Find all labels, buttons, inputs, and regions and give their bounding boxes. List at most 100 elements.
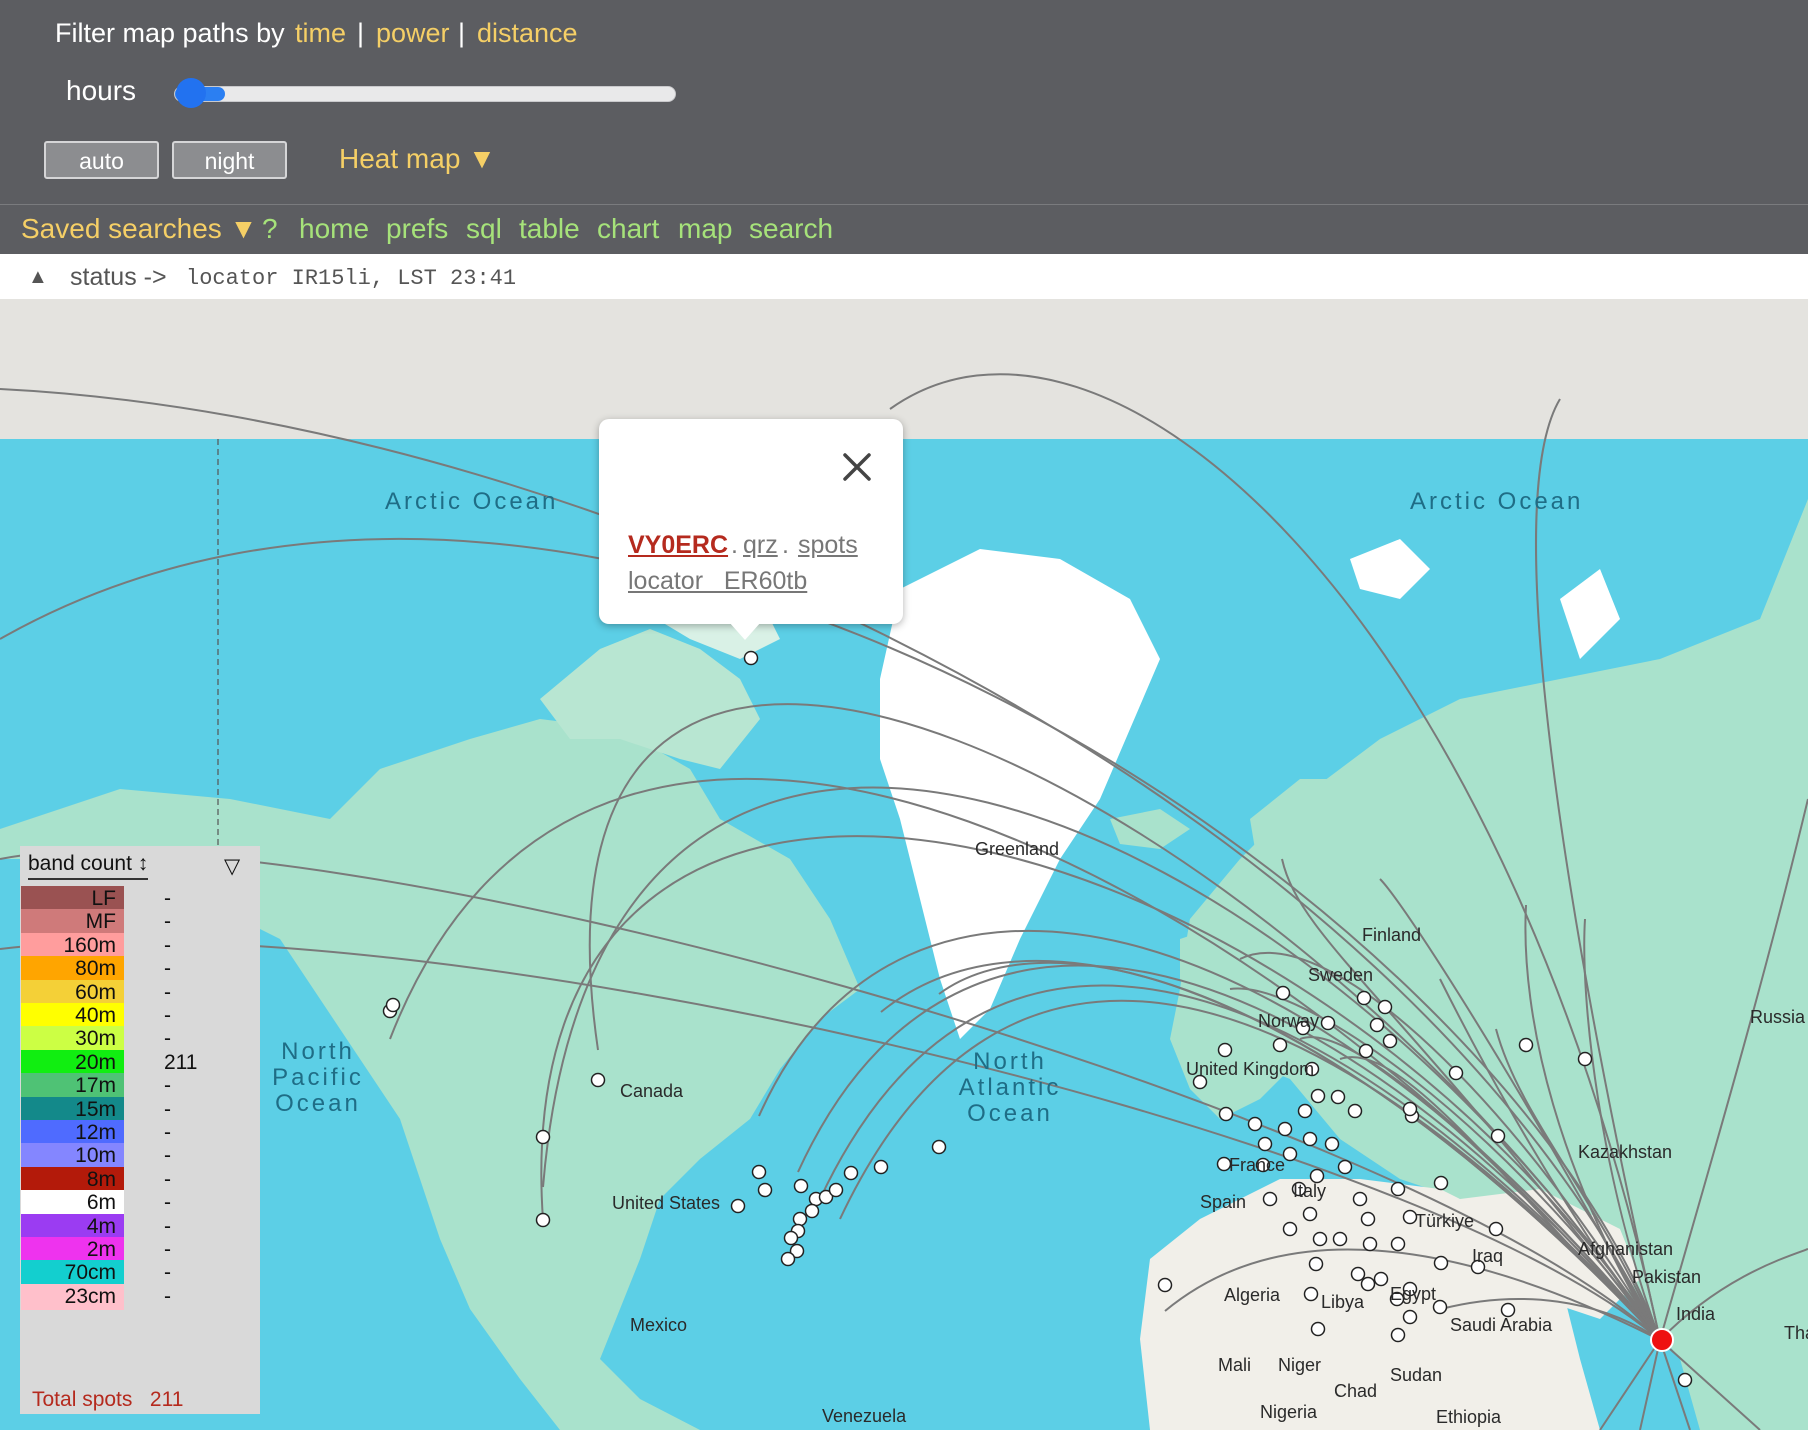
spot-marker[interactable] [1332,1231,1348,1247]
nav-chart-link[interactable]: chart [597,213,659,245]
spot-marker[interactable] [1277,1121,1293,1137]
band-count: - [164,1027,171,1051]
spot-marker[interactable] [1218,1106,1234,1122]
spot-marker[interactable] [1320,1015,1336,1031]
spot-marker[interactable] [1577,1051,1593,1067]
band-count: 211 [164,1050,198,1074]
filter-time-link[interactable]: time [295,18,346,49]
spot-marker[interactable] [793,1178,809,1194]
spot-marker[interactable] [751,1164,767,1180]
filter-power-link[interactable]: power [376,18,450,49]
band-row-23cm[interactable]: 23cm - [20,1283,260,1311]
spot-marker[interactable] [1373,1271,1389,1287]
spot-marker[interactable] [1262,1191,1278,1207]
spot-marker[interactable] [1282,1221,1298,1237]
spot-marker[interactable] [1337,1159,1353,1175]
filter-distance-link[interactable]: distance [477,18,578,49]
spot-marker[interactable] [1297,1103,1313,1119]
spot-marker[interactable] [535,1129,551,1145]
spot-marker[interactable] [1282,1146,1298,1162]
spot-marker[interactable] [1402,1101,1418,1117]
saved-searches-dropdown[interactable]: Saved searches ▼ [21,213,257,245]
spot-marker[interactable] [1390,1236,1406,1252]
spot-marker[interactable] [1360,1211,1376,1227]
collapse-arrow-icon[interactable]: ▲ [28,266,48,289]
spot-marker[interactable] [730,1198,746,1214]
spot-marker[interactable] [1308,1256,1324,1272]
spot-marker[interactable] [1358,1043,1374,1059]
spot-marker[interactable] [1247,1116,1263,1132]
spot-marker[interactable] [1490,1128,1506,1144]
spot-marker[interactable] [828,1182,844,1198]
spot-marker[interactable] [1433,1175,1449,1191]
spot-marker[interactable] [1302,1131,1318,1147]
spot-marker[interactable] [1330,1089,1346,1105]
spot-marker[interactable] [590,1072,606,1088]
spot-marker[interactable] [804,1203,820,1219]
auto-button[interactable]: auto [44,141,159,179]
spot-marker[interactable] [931,1139,947,1155]
spot-marker[interactable] [1369,1017,1385,1033]
band-count-sort-header[interactable]: band count ↕ [28,852,149,880]
nav-map-link[interactable]: map [678,213,732,245]
hours-slider-thumb[interactable] [176,78,206,108]
spot-marker[interactable] [1390,1327,1406,1343]
spot-marker[interactable] [1324,1136,1340,1152]
spot-marker[interactable] [1448,1065,1464,1081]
close-icon[interactable] [837,447,877,487]
spot-marker[interactable] [1382,1033,1398,1049]
status-text: locator IR15li, LST 23:41 [186,266,517,291]
spot-marker[interactable] [780,1251,796,1267]
spot-marker[interactable] [873,1159,889,1175]
spot-marker[interactable] [743,650,759,666]
spot-marker[interactable] [1677,1372,1693,1388]
callsign-link[interactable]: VY0ERC [628,531,728,560]
nav-search-link[interactable]: search [749,213,833,245]
spot-marker[interactable] [1312,1231,1328,1247]
spot-marker[interactable] [1302,1206,1318,1222]
spot-marker[interactable] [1433,1255,1449,1271]
spot-marker[interactable] [843,1165,859,1181]
spot-marker[interactable] [757,1182,773,1198]
night-button[interactable]: night [172,141,287,179]
spot-marker[interactable] [1310,1088,1326,1104]
spot-marker[interactable] [1257,1136,1273,1152]
spot-marker[interactable] [1347,1103,1363,1119]
map-canvas[interactable] [0,299,1808,1430]
nav-prefs-link[interactable]: prefs [386,213,448,245]
filter-triangle-icon[interactable]: ▽ [224,854,240,879]
nav-table-link[interactable]: table [519,213,580,245]
qrz-link[interactable]: qrz [743,531,778,560]
hours-slider-track[interactable] [174,86,676,102]
nav-sql-link[interactable]: sql [466,213,502,245]
band-count: - [164,1191,171,1215]
spot-marker[interactable] [1377,999,1393,1015]
spot-marker[interactable] [385,997,401,1013]
spot-marker[interactable] [1272,1037,1288,1053]
spot-marker[interactable] [535,1212,551,1228]
spot-marker[interactable] [1217,1042,1233,1058]
spot-marker[interactable] [1303,1286,1319,1302]
spot-marker[interactable] [1356,990,1372,1006]
spot-marker[interactable] [1362,1236,1378,1252]
nav-help-link[interactable]: ? [262,213,278,245]
world-map[interactable]: Greenland Canada United States Mexico Ve… [0,299,1808,1430]
spot-marker[interactable] [1310,1321,1326,1337]
spot-marker[interactable] [1275,985,1291,1001]
spot-marker[interactable] [792,1211,808,1227]
home-location-marker[interactable] [1650,1328,1674,1352]
spot-marker[interactable] [1402,1309,1418,1325]
spot-marker[interactable] [1157,1277,1173,1293]
status-toggle[interactable]: status -> [70,263,167,292]
spot-marker[interactable] [1352,1191,1368,1207]
spot-marker[interactable] [1350,1266,1366,1282]
spot-marker[interactable] [1488,1221,1504,1237]
locator-link[interactable]: locator ER60tb [628,567,807,596]
spots-link[interactable]: spots [798,531,858,560]
spot-marker[interactable] [1390,1181,1406,1197]
heat-map-dropdown[interactable]: Heat map ▼ [339,143,496,175]
nav-home-link[interactable]: home [299,213,369,245]
spot-marker[interactable] [1518,1037,1534,1053]
spot-marker[interactable] [783,1230,799,1246]
spot-marker[interactable] [1360,1276,1376,1292]
